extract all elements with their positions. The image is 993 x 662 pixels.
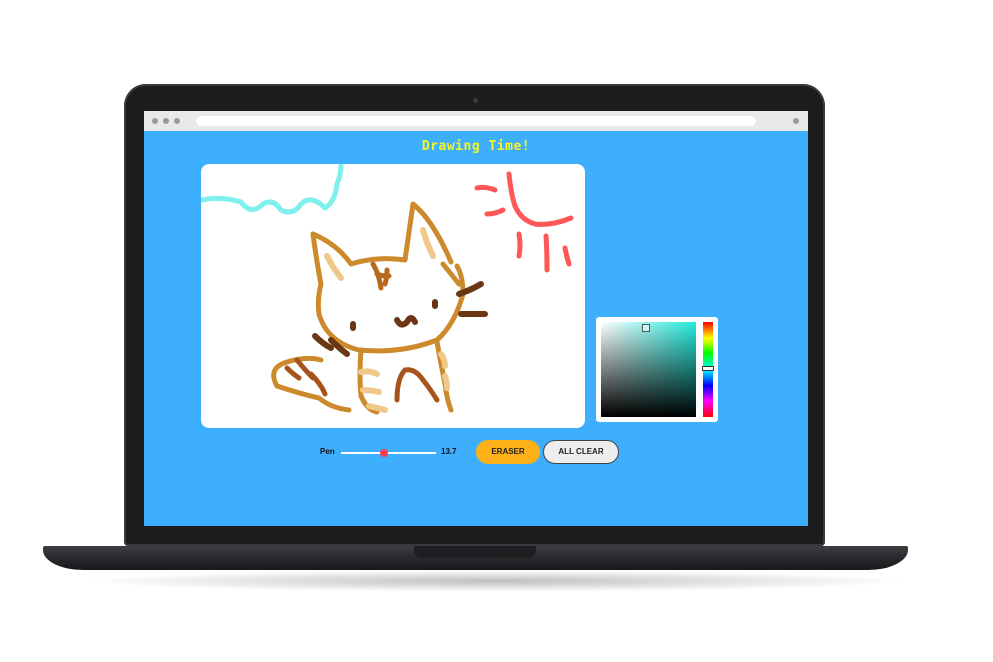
camera-icon xyxy=(473,98,478,103)
color-picker xyxy=(596,317,718,422)
pen-size-label: Pen xyxy=(320,447,335,456)
pen-size-slider-thumb[interactable] xyxy=(380,449,388,457)
drawing-strokes xyxy=(201,164,574,415)
drawing-toolbar: Pen 13.7 ERASER ALL CLEAR xyxy=(144,440,808,471)
page-title: Drawing Time! xyxy=(421,139,531,154)
cat-head-marking xyxy=(370,261,392,291)
saturation-value-area[interactable] xyxy=(601,322,696,417)
browser-menu-dot-icon[interactable] xyxy=(793,118,799,124)
cloud-stroke xyxy=(201,164,344,215)
drawing-canvas[interactable] xyxy=(201,164,585,428)
color-picker-handle[interactable] xyxy=(642,324,650,332)
laptop-hinge-notch xyxy=(414,546,536,558)
eraser-button[interactable]: ERASER xyxy=(476,440,540,464)
window-minimize-dot-icon[interactable] xyxy=(163,118,169,124)
window-maximize-dot-icon[interactable] xyxy=(174,118,180,124)
sun-strokes xyxy=(474,171,574,273)
pen-size-slider[interactable] xyxy=(341,452,436,454)
pen-size-value: 13.7 xyxy=(441,447,457,456)
hue-slider-handle[interactable] xyxy=(702,366,714,371)
browser-screen: Drawing Time! Pen 13.7 ERASER ALL CLEAR xyxy=(144,111,808,526)
window-close-dot-icon[interactable] xyxy=(152,118,158,124)
laptop-shadow xyxy=(80,570,910,592)
address-bar[interactable] xyxy=(196,116,756,126)
browser-toolbar xyxy=(144,111,808,131)
all-clear-button[interactable]: ALL CLEAR xyxy=(543,440,619,464)
cat-body-stripes xyxy=(358,351,450,413)
